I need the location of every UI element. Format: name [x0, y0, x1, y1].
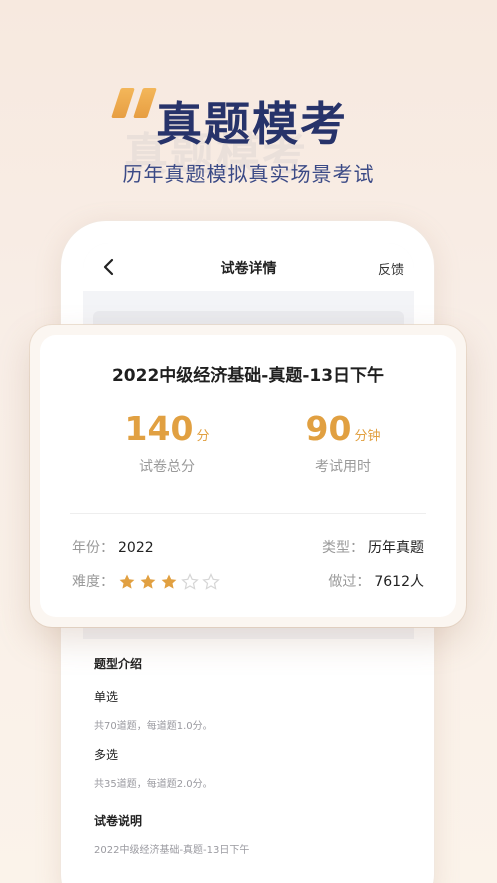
- star-filled-icon: [161, 574, 177, 589]
- intro-section-title: 题型介绍: [94, 657, 143, 671]
- intro-panel: 题型介绍 单选 共70道题，每道题1.0分。 多选 共35道题，每道题2.0分。…: [83, 639, 414, 883]
- type-label: 类型：: [322, 540, 364, 556]
- hero-subtitle: 历年真题模拟真实场景考试: [122, 162, 375, 186]
- total-score-label: 试卷总分: [139, 459, 195, 475]
- exam-summary-inner: 2022中级经济基础-真题-13日下午 140 分 试卷总分 90 分钟 考试用时 …: [40, 335, 456, 617]
- notes-title: 试卷说明: [94, 814, 143, 828]
- done-count: 7612人: [374, 574, 424, 590]
- divider: [70, 513, 426, 514]
- exam-time-label: 考试用时: [315, 459, 371, 475]
- difficulty-label: 难度：: [72, 574, 114, 590]
- page-title: 试卷详情: [220, 261, 277, 277]
- exam-time-unit: 分钟: [354, 429, 381, 444]
- hero-title: 真题模考: [156, 97, 348, 151]
- exam-time-stat: 90 分钟 考试用时: [263, 409, 423, 476]
- star-empty-icon: [181, 573, 199, 590]
- difficulty-stars: [118, 573, 220, 591]
- exam-summary-card: 2022中级经济基础-真题-13日下午 140 分 试卷总分 90 分钟 考试用时 …: [30, 325, 466, 627]
- single-choice-title: 单选: [94, 690, 119, 704]
- star-filled-icon: [119, 574, 135, 589]
- done-label: 做过：: [328, 574, 371, 590]
- star-filled-icon: [140, 574, 156, 589]
- year-type-row: 年份： 2022 类型： 历年真题: [72, 537, 424, 557]
- exam-time-value: 90: [305, 409, 352, 448]
- notes-desc: 2022中级经济基础-真题-13日下午: [94, 845, 250, 856]
- type-value: 历年真题: [368, 540, 424, 556]
- total-score-unit: 分: [196, 429, 210, 444]
- year-label: 年份：: [72, 540, 114, 556]
- exam-title: 2022中级经济基础-真题-13日下午: [111, 366, 385, 386]
- feedback-button[interactable]: 反馈: [378, 259, 404, 278]
- single-choice-desc: 共70道题，每道题1.0分。: [94, 721, 213, 732]
- year-value: 2022: [118, 540, 154, 556]
- multi-choice-title: 多选: [94, 748, 119, 762]
- star-empty-icon: [202, 573, 220, 590]
- total-score-stat: 140 分 试卷总分: [87, 409, 247, 476]
- hero-quote-mark: [108, 88, 157, 122]
- total-score-value: 140: [124, 409, 194, 448]
- top-bar: 试卷详情 反馈: [83, 243, 414, 291]
- difficulty-done-row: 难度： 做过： 7612人: [72, 571, 424, 591]
- multi-choice-desc: 共35道题，每道题2.0分。: [94, 779, 213, 790]
